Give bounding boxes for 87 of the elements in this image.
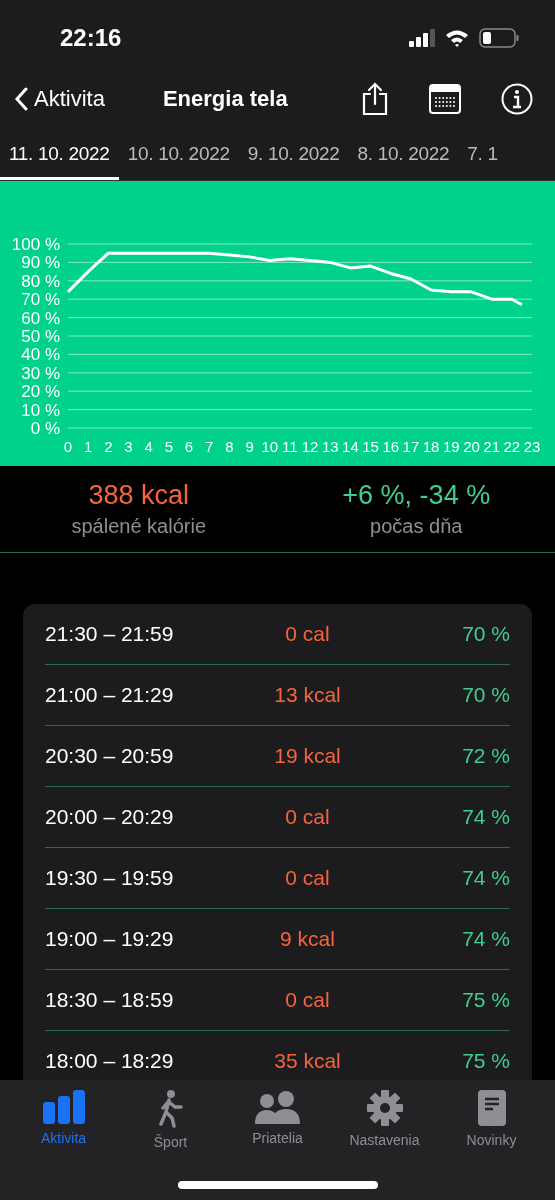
axis-label: 0 % — [30, 419, 60, 438]
axis-label: 7 — [205, 438, 214, 455]
share-icon[interactable] — [361, 82, 389, 116]
summary-value: +6 %, -34 % — [342, 480, 491, 511]
axis-label: 20 % — [21, 382, 60, 402]
date-tab[interactable]: 10. 10. 2022 — [118, 143, 239, 180]
axis-label: 5 — [164, 438, 174, 455]
axis-label: 6 — [184, 438, 194, 455]
date-tab[interactable]: 8. 10. 2022 — [348, 143, 459, 180]
time-range: 21:00 – 21:29 — [45, 683, 175, 707]
energy-level: 70 % — [461, 683, 510, 707]
energy-level: 75 % — [461, 988, 510, 1012]
axis-label: 15 — [362, 438, 379, 455]
axis-label: 1 — [84, 438, 93, 455]
axis-label: 80 % — [21, 271, 60, 291]
time-range: 18:30 – 18:59 — [45, 988, 175, 1012]
axis-label: 90 % — [21, 253, 60, 273]
battery-icon — [479, 27, 519, 48]
energy-value: 0 cal — [284, 622, 331, 646]
summary-label: spálené kalórie — [71, 515, 206, 538]
tab-bar-item[interactable]: Nastavenia — [331, 1080, 438, 1151]
axis-label: 12 — [301, 438, 319, 455]
tab-bar-item[interactable]: Novinky — [438, 1080, 545, 1151]
settings-icon — [366, 1090, 403, 1126]
energy-value: 19 kcal — [273, 744, 342, 768]
energy-level: 75 % — [461, 1049, 510, 1073]
axis-label: 17 — [402, 438, 420, 455]
axis-label: 4 — [144, 438, 153, 455]
time-range: 20:00 – 20:29 — [45, 805, 175, 829]
document-icon — [477, 1090, 506, 1126]
signal-icon — [409, 28, 435, 47]
date-tab[interactable]: 7. 1 — [458, 143, 507, 180]
summary-label: počas dňa — [370, 515, 463, 538]
axis-label: 11 — [282, 438, 298, 455]
energy-level: 74 % — [461, 805, 510, 829]
energy-value: 0 cal — [284, 988, 331, 1012]
axis-label: 23 — [523, 438, 541, 455]
axis-label: 0 — [63, 438, 73, 455]
axis-label: 8 — [225, 438, 234, 455]
axis-label: 40 % — [21, 345, 60, 365]
axis-label: 20 — [463, 438, 480, 455]
energy-value: 0 cal — [284, 805, 331, 829]
axis-label: 30 % — [21, 363, 60, 383]
axis-label: 100 % — [11, 235, 60, 254]
walking-person-icon — [156, 1090, 185, 1128]
energy-value: 9 kcal — [279, 927, 336, 951]
axis-label: 13 — [321, 438, 339, 455]
axis-label: 22 — [503, 438, 521, 455]
axis-label: 9 — [245, 438, 254, 455]
tab-bar-item[interactable]: Priatelia — [224, 1080, 331, 1151]
energy-value: 35 kcal — [273, 1049, 342, 1073]
axis-label: 2 — [104, 438, 113, 455]
axis-label: 70 % — [21, 290, 60, 310]
tab-bar-item[interactable]: Šport — [117, 1080, 224, 1151]
energy-level: 74 % — [461, 866, 510, 890]
bar-chart-icon — [41, 1090, 86, 1124]
time-range: 21:30 – 21:59 — [45, 622, 175, 646]
time-range: 19:30 – 19:59 — [45, 866, 175, 890]
tab-bar-item[interactable]: Aktivita — [10, 1080, 117, 1151]
axis-label: 10 % — [21, 400, 60, 420]
chevron-left-icon — [14, 87, 28, 111]
back-button[interactable]: Aktivita — [14, 86, 105, 112]
energy-value: 0 cal — [284, 866, 331, 890]
axis-label: 19 — [442, 438, 460, 455]
summary-value: 388 kcal — [88, 480, 190, 511]
axis-label: 18 — [422, 438, 440, 455]
axis-label: 10 — [261, 438, 279, 455]
energy-level: 74 % — [461, 927, 510, 951]
axis-label: 60 % — [21, 308, 60, 328]
wifi-icon — [445, 28, 469, 47]
time-range: 20:30 – 20:59 — [45, 744, 175, 768]
energy-level: 70 % — [461, 622, 510, 646]
screen-title: Energia tela — [162, 86, 288, 112]
axis-label: 3 — [124, 438, 133, 455]
axis-label: 50 % — [21, 327, 60, 346]
people-icon — [254, 1090, 301, 1124]
calendar-icon[interactable] — [429, 84, 461, 114]
time-range: 18:00 – 18:29 — [45, 1049, 175, 1073]
energy-value: 13 kcal — [273, 683, 342, 707]
axis-label: 21 — [483, 438, 500, 455]
axis-label: 14 — [342, 438, 359, 455]
time-range: 19:00 – 19:29 — [45, 927, 175, 951]
date-tab[interactable]: 9. 10. 2022 — [238, 143, 349, 180]
status-time: 22:16 — [60, 23, 122, 52]
energy-level: 72 % — [461, 744, 510, 768]
info-icon[interactable] — [501, 83, 533, 115]
axis-label: 16 — [382, 438, 400, 455]
